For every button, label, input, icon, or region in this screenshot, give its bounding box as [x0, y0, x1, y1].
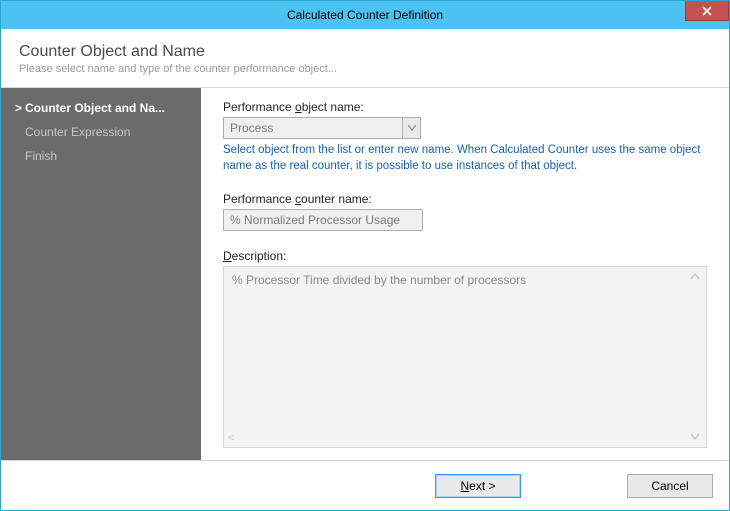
object-name-label: Performance object name: — [223, 100, 707, 114]
scroll-up-icon — [688, 270, 702, 284]
header-area: Counter Object and Name Please select na… — [1, 29, 729, 88]
body-area: >Counter Object and Na... Counter Expres… — [1, 88, 729, 460]
scroll-left-icon: < — [228, 432, 234, 444]
scroll-down-icon — [688, 430, 702, 444]
close-icon — [702, 6, 712, 16]
object-name-dropdown-button[interactable] — [403, 117, 421, 139]
counter-name-label: Performance counter name: — [223, 192, 707, 206]
next-button[interactable]: Next > — [435, 474, 521, 498]
sidebar-active-marker: > — [15, 101, 25, 115]
page-title: Counter Object and Name — [19, 43, 711, 61]
close-button[interactable] — [685, 1, 729, 21]
sidebar-item-label: Finish — [25, 149, 57, 163]
form-content: Performance object name: Select object f… — [201, 88, 729, 460]
description-label: Description: — [223, 249, 707, 263]
window-title: Calculated Counter Definition — [1, 8, 729, 22]
counter-name-input[interactable] — [223, 209, 423, 231]
dialog-window: Calculated Counter Definition Counter Ob… — [0, 0, 730, 511]
description-textarea[interactable]: % Processor Time divided by the number o… — [223, 266, 707, 448]
titlebar: Calculated Counter Definition — [1, 1, 729, 29]
cancel-button[interactable]: Cancel — [627, 474, 713, 498]
object-name-combo[interactable] — [223, 117, 707, 139]
sidebar-item-counter-expression[interactable]: Counter Expression — [1, 120, 201, 144]
sidebar-item-finish[interactable]: Finish — [1, 144, 201, 168]
sidebar-item-label: Counter Object and Na... — [25, 101, 165, 115]
sidebar-item-counter-object[interactable]: >Counter Object and Na... — [1, 96, 201, 120]
description-text: % Processor Time divided by the number o… — [232, 273, 526, 287]
sidebar-item-label: Counter Expression — [25, 125, 130, 139]
page-subtitle: Please select name and type of the count… — [19, 63, 711, 75]
object-name-hint: Select object from the list or enter new… — [223, 143, 707, 174]
object-name-input[interactable] — [223, 117, 403, 139]
footer-buttons: Next > Cancel — [1, 460, 729, 510]
wizard-sidebar: >Counter Object and Na... Counter Expres… — [1, 88, 201, 460]
chevron-down-icon — [408, 125, 416, 131]
